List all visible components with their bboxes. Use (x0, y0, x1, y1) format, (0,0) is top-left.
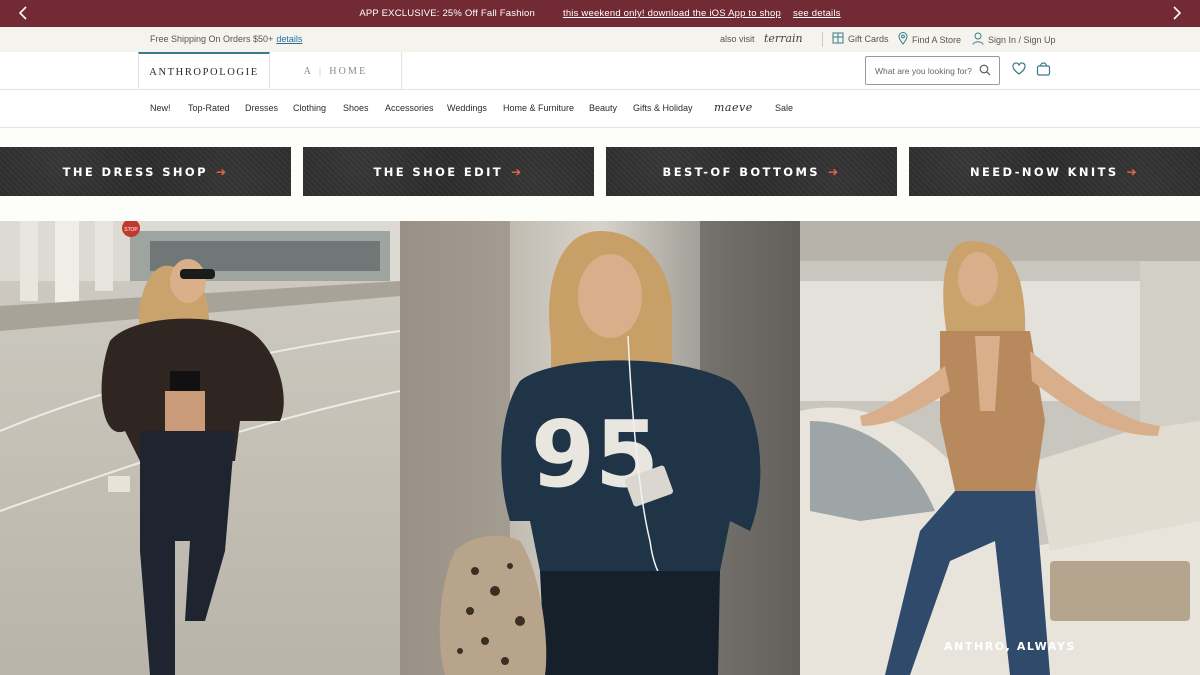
nav-item-dresses[interactable]: Dresses (245, 103, 278, 113)
gift-cards-label: Gift Cards (848, 34, 889, 44)
main-nav: New! Top-Rated Dresses Clothing Shoes Ac… (0, 90, 1200, 128)
category-label: BEST-OF BOTTOMS (662, 164, 820, 179)
shipping-details-link[interactable]: details (276, 34, 302, 44)
site-header: ANTHROPOLOGIE A | HOME What are you look… (0, 52, 1200, 90)
brand-logo: ANTHROPOLOGIE (149, 66, 259, 78)
stop-sign-text: STOP (124, 227, 138, 233)
heart-icon[interactable] (1012, 62, 1026, 81)
promo-headline: APP EXCLUSIVE: 25% Off Fall Fashion (359, 8, 535, 19)
arrow-right-icon: ➔ (828, 164, 841, 179)
nav-item-beauty[interactable]: Beauty (589, 103, 617, 113)
shopping-bag-icon[interactable] (1036, 62, 1051, 81)
nav-item-shoes[interactable]: Shoes (343, 103, 369, 113)
nav-item-top-rated[interactable]: Top-Rated (188, 103, 230, 113)
arrow-right-icon: ➔ (1126, 164, 1139, 179)
gift-card-icon (832, 32, 844, 46)
shipping-message: Free Shipping On Orders $50+ details (150, 34, 302, 44)
category-label: THE SHOE EDIT (373, 164, 504, 179)
ahome-home: HOME (329, 65, 368, 77)
nav-item-new[interactable]: New! (150, 103, 171, 113)
search-icon[interactable] (979, 64, 991, 78)
anthropologie-logo-tab[interactable]: ANTHROPOLOGIE (138, 52, 270, 90)
find-store-link[interactable]: Find A Store (898, 32, 961, 47)
category-banner-best-of-bottoms[interactable]: BEST-OF BOTTOMS ➔ (606, 147, 897, 196)
nav-item-gifts-holiday[interactable]: Gifts & Holiday (633, 103, 693, 113)
find-store-label: Find A Store (912, 34, 962, 45)
arrow-right-icon: ➔ (511, 164, 524, 179)
gift-cards-link[interactable]: Gift Cards (832, 32, 889, 46)
search-placeholder: What are you looking for? (875, 65, 972, 76)
hero-image-right[interactable] (800, 221, 1200, 675)
promo-bar: APP EXCLUSIVE: 25% Off Fall Fashion this… (0, 0, 1200, 27)
nav-item-home-furniture[interactable]: Home & Furniture (503, 103, 574, 113)
divider (822, 32, 823, 47)
hero-image-center[interactable]: 95 (400, 221, 800, 675)
promo-app-link[interactable]: this weekend only! download the iOS App … (563, 8, 781, 19)
nav-item-weddings[interactable]: Weddings (447, 103, 487, 113)
map-pin-icon (898, 32, 908, 47)
hero-image-left[interactable]: STOP (0, 221, 400, 675)
nav-item-accessories[interactable]: Accessories (385, 103, 434, 113)
nav-item-clothing[interactable]: Clothing (293, 103, 326, 113)
chevron-left-icon[interactable] (14, 4, 32, 22)
nav-item-maeve[interactable]: maeve (714, 101, 753, 114)
nav-item-sale[interactable]: Sale (775, 103, 793, 113)
category-label: NEED-NOW KNITS (970, 164, 1119, 179)
search-input[interactable]: What are you looking for? (865, 56, 1000, 85)
user-icon (972, 32, 984, 47)
sign-in-label: Sign In / Sign Up (988, 34, 1056, 45)
terrain-logo-link[interactable]: terrain (764, 32, 803, 45)
arrow-right-icon: ➔ (215, 164, 229, 179)
category-label: THE DRESS SHOP (62, 164, 208, 179)
promo-details-link[interactable]: see details (793, 8, 841, 19)
category-banner-need-now-knits[interactable]: NEED-NOW KNITS ➔ (909, 147, 1200, 196)
utility-bar: Free Shipping On Orders $50+ details also… (0, 27, 1200, 52)
ahome-divider: | (318, 65, 324, 77)
hero-caption: ANTHRO, ALWAYS (944, 640, 1077, 653)
ahome-tab[interactable]: A | HOME (270, 52, 402, 90)
also-visit-label: also visit (720, 34, 755, 44)
shipping-text: Free Shipping On Orders $50+ (150, 34, 274, 44)
sign-in-link[interactable]: Sign In / Sign Up (972, 32, 1056, 47)
category-banner-dress-shop[interactable]: THE DRESS SHOP ➔ (0, 147, 291, 196)
category-banner-shoe-edit[interactable]: THE SHOE EDIT ➔ (303, 147, 594, 196)
ahome-a: A (303, 65, 313, 77)
chevron-right-icon[interactable] (1168, 4, 1186, 22)
